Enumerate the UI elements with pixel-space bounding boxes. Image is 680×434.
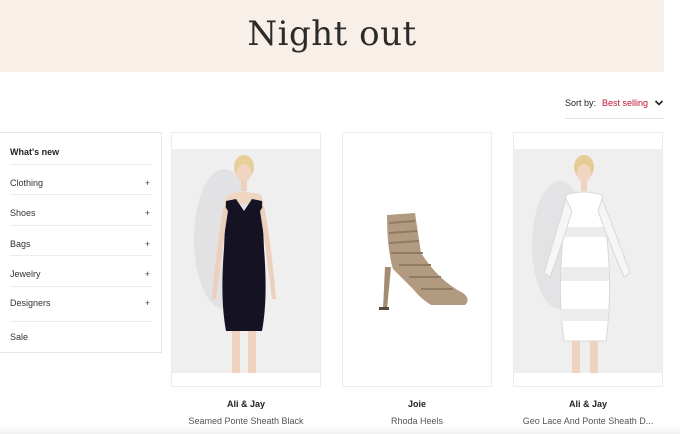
sidebar-item-label: Sale [10,332,29,342]
product-image[interactable] [514,149,662,373]
plus-icon[interactable]: + [145,178,150,188]
plus-icon[interactable]: + [145,239,150,249]
divider [10,321,152,322]
divider [10,225,152,226]
sidebar-item-label: Bags [10,239,31,249]
product-card[interactable] [171,132,321,387]
chevron-down-icon[interactable] [654,98,664,108]
divider [10,255,152,256]
product-card[interactable] [513,132,663,387]
plus-icon[interactable]: + [145,208,150,218]
heels-photo [379,213,468,310]
plus-icon[interactable]: + [145,298,150,308]
sidebar-item-clothing[interactable]: Clothing + [10,170,152,196]
bottom-fade [0,426,680,434]
category-sidebar: What's new Clothing + Shoes + Bags + Jew… [0,132,162,353]
product-image[interactable] [172,149,320,373]
product-brand[interactable]: Ali & Jay [503,399,673,409]
product-brand[interactable]: Joie [332,399,502,409]
sidebar-item-bags[interactable]: Bags + [10,231,152,257]
divider [10,286,152,287]
page-hero: Night out [0,0,664,72]
divider [10,194,152,195]
product-brand[interactable]: Ali & Jay [161,399,331,409]
sort-dropdown[interactable]: Best selling [602,98,648,108]
sidebar-item-sale[interactable]: Sale [10,324,152,350]
sidebar-item-label: What's new [10,147,60,157]
product-name[interactable]: Seamed Ponte Sheath Black [161,416,331,426]
divider [10,164,152,165]
sidebar-item-shoes[interactable]: Shoes + [10,200,152,226]
sort-label: Sort by: [564,98,596,108]
plus-icon[interactable]: + [145,269,150,279]
sidebar-item-label: Designers [10,298,51,308]
product-name[interactable]: Rhoda Heels [332,416,502,426]
product-card[interactable] [342,132,492,387]
sidebar-item-label: Clothing [10,178,44,188]
sidebar-item-label: Shoes [10,208,36,218]
sidebar-item-designers[interactable]: Designers + [10,290,152,316]
page-title: Night out [247,14,417,54]
product-name[interactable]: Geo Lace And Ponte Sheath D... [503,416,673,426]
product-image[interactable] [343,149,491,373]
white-lace-dress-photo [532,155,631,373]
sidebar-item-jewelry[interactable]: Jewelry + [10,261,152,287]
sidebar-item-whats-new[interactable]: What's new [10,139,152,165]
black-dress-photo [194,155,276,373]
sidebar-item-label: Jewelry [10,269,41,279]
sort-control[interactable]: Sort by: Best selling [564,94,664,119]
